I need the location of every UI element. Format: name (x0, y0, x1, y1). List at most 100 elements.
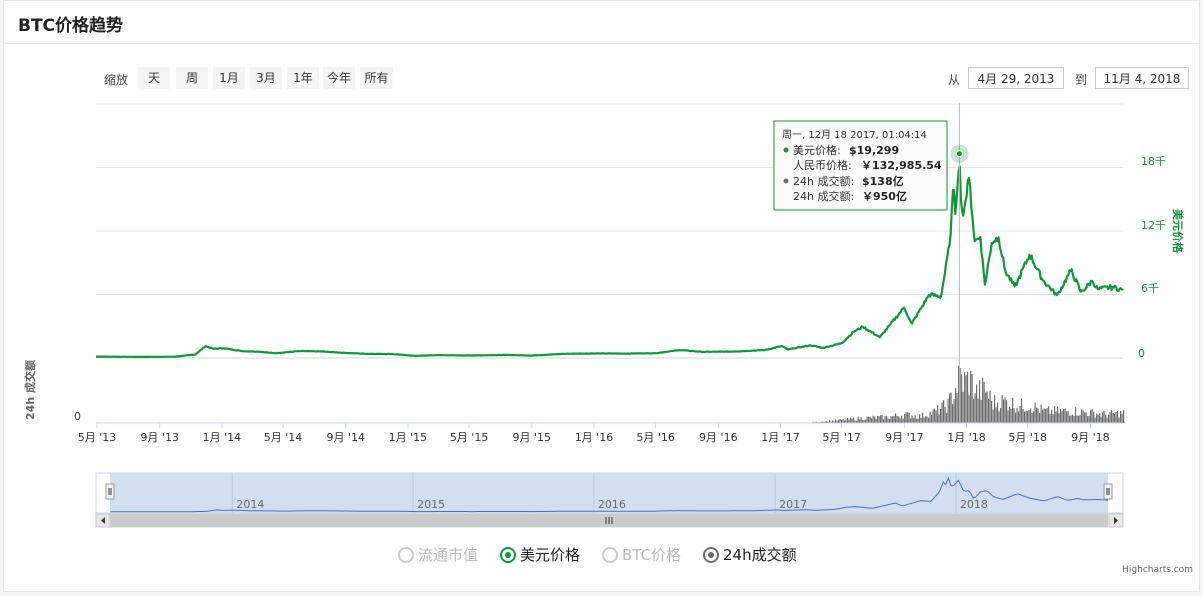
volume-bar (848, 419, 850, 423)
volume-bar (976, 384, 978, 423)
volume-bar (989, 390, 991, 423)
volume-bar (977, 398, 979, 423)
volume-bar (955, 388, 957, 423)
volume-bar (1069, 415, 1071, 423)
volume-bar (1040, 404, 1042, 423)
x-tick-label: 9月 '16 (699, 431, 738, 444)
volume-bar (938, 414, 940, 423)
tooltip-vol-cny-value: ￥950亿 (862, 189, 907, 203)
volume-bar (1019, 405, 1021, 423)
volume-bar (1063, 409, 1065, 423)
volume-bar (1018, 411, 1020, 423)
volume-bar (1108, 414, 1110, 423)
volume-bar (926, 416, 928, 423)
navigator-year-label: 2017 (779, 498, 807, 511)
tooltip-vol-marker (783, 178, 789, 184)
x-tick-label: 1月 '15 (389, 431, 428, 444)
volume-bar (850, 417, 852, 423)
x-tick-label: 9月 '15 (513, 431, 552, 444)
volume-bar (898, 416, 900, 423)
volume-bar (923, 417, 925, 423)
volume-bar (1057, 406, 1059, 423)
volume-bar (1112, 413, 1114, 423)
x-tick-label: 1月 '14 (203, 431, 242, 444)
volume-bar (884, 415, 886, 423)
price-chart[interactable]: 5月 '13 9月 '13 1月 '14 5月 '14 9月 '14 1月 '15 5月 '… (0, 0, 1203, 596)
volume-bar (1042, 409, 1044, 423)
volume-bar (1051, 409, 1053, 423)
volume-bar (986, 391, 988, 423)
tooltip-vol-cny-label: 24h 成交额: (793, 189, 854, 203)
tooltip-cny-value: ￥132,985.54 (861, 159, 942, 172)
volume-bar (895, 413, 897, 423)
volume-bar (967, 371, 969, 423)
volume-bar (983, 382, 985, 423)
legend-item-market-cap[interactable]: 流通市值 (398, 544, 478, 565)
volume-bar (1102, 412, 1104, 423)
volume-bar (998, 411, 1000, 423)
volume-bar (1024, 411, 1026, 423)
radio-on-icon (703, 546, 719, 563)
volume-bar (1067, 411, 1069, 423)
navigator-year-label: 2016 (598, 498, 626, 511)
x-tick-label: 5月 '17 (822, 431, 861, 444)
navigator-handle-left[interactable] (105, 483, 115, 500)
volume-bar (944, 406, 946, 423)
volume-bar (925, 416, 927, 423)
volume-bar (994, 395, 996, 423)
volume-bar (1034, 402, 1036, 423)
x-tick-label: 1月 '16 (575, 431, 614, 444)
volume-bar (857, 416, 859, 423)
volume-bar (1046, 407, 1048, 423)
highcharts-credit[interactable]: Highcharts.com (1122, 565, 1193, 575)
volume-bar (902, 418, 904, 423)
legend-item-volume[interactable]: 24h成交额 (703, 544, 797, 565)
x-tick-label: 9月 '14 (326, 431, 365, 444)
volume-bar (1049, 413, 1051, 423)
legend-item-btc-price[interactable]: BTC价格 (602, 544, 681, 565)
volume-bar (1121, 413, 1123, 423)
volume-bar (995, 407, 997, 423)
radio-off-icon (602, 546, 618, 563)
highlight-point (955, 150, 963, 158)
volume-bar (853, 417, 855, 423)
volume-bar (889, 418, 891, 423)
volume-bar (985, 392, 987, 423)
legend-label-usd-price: 美元价格 (520, 546, 581, 564)
navigator-year-label: 2014 (236, 498, 264, 511)
volume-bar (988, 398, 990, 423)
volume-bar (899, 418, 901, 423)
volume-bar (1078, 415, 1080, 423)
volume-bar (971, 374, 973, 423)
volume-bar (886, 415, 888, 423)
volume-bar (1015, 412, 1017, 423)
volume-bar (1099, 413, 1101, 423)
y-tick-label-18k: 18千 (1141, 155, 1166, 168)
volume-bar (952, 404, 954, 423)
volume-bar (950, 392, 952, 423)
navigator-handle-right[interactable] (1103, 483, 1113, 500)
volume-bar (866, 416, 868, 423)
tooltip-usd-value: $19,299 (849, 144, 899, 157)
volume-bar (1085, 412, 1087, 423)
volume-bar (991, 401, 993, 423)
tooltip-usd-label: 美元价格: (793, 143, 841, 157)
volume-bar (913, 417, 915, 423)
x-tick-label: 1月 '17 (761, 431, 800, 444)
volume-bar (943, 400, 945, 423)
volume-bar (865, 419, 867, 423)
volume-bar (871, 418, 873, 423)
volume-bar (839, 419, 841, 423)
volume-bar (1097, 414, 1099, 423)
volume-bar (916, 418, 918, 423)
tooltip: 周一, 12月 18 2017, 01:04:14 美元价格: $19,299 … (773, 120, 948, 211)
volume-bar (1115, 411, 1117, 423)
volume-bar (878, 416, 880, 423)
volume-bar (1000, 408, 1002, 423)
volume-bar (1009, 407, 1011, 423)
x-tick-label: 9月 '13 (140, 431, 179, 444)
volume-bar (880, 415, 882, 423)
legend-item-usd-price[interactable]: 美元价格 (500, 544, 580, 565)
volume-bar (922, 412, 924, 423)
volume-bar (1025, 410, 1027, 423)
